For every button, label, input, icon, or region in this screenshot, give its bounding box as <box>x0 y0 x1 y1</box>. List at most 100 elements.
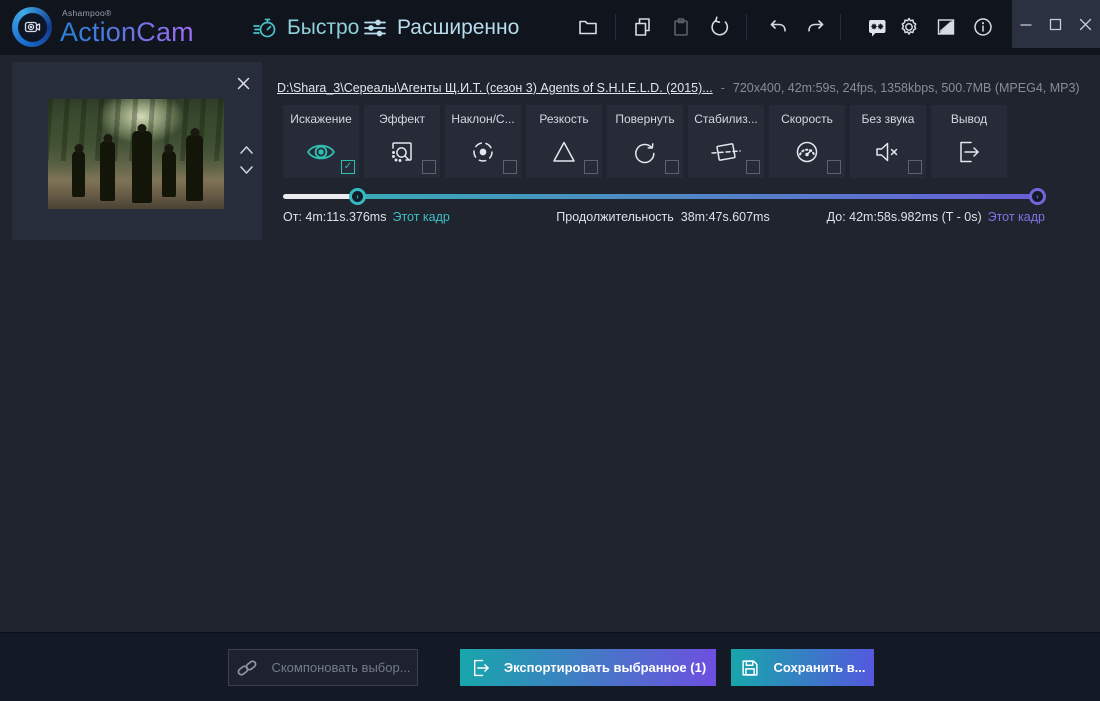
export-label: Экспортировать выбранное (1) <box>503 660 707 675</box>
stabilize-icon <box>710 138 742 166</box>
export-selected-button[interactable]: Экспортировать выбранное (1) <box>460 649 716 686</box>
timeline-track-leading[interactable] <box>283 194 357 199</box>
maximize-icon <box>1050 18 1062 30</box>
tab-advanced-label: Расширенно <box>397 16 520 39</box>
tab-fast-label: Быстро <box>287 16 360 39</box>
tool-distortion[interactable]: Искажение <box>283 105 359 178</box>
toolbar-separator <box>746 14 747 40</box>
tilt-shift-icon <box>469 138 497 166</box>
stopwatch-icon <box>252 15 278 41</box>
tool-output[interactable]: Вывод <box>931 105 1007 178</box>
time-to: До: 42m:58s.982ms (T - 0s) Этот кадр <box>826 210 1045 224</box>
save-label: Сохранить в... <box>773 660 866 675</box>
theme-toggle-button[interactable] <box>929 10 963 44</box>
feedback-bubble-icon <box>869 20 886 37</box>
toolbar-separator <box>615 14 616 40</box>
copy-icon <box>635 18 650 36</box>
settings-button[interactable] <box>892 10 926 44</box>
time-duration: Продолжительность 38m:47s.607ms <box>556 210 770 224</box>
camera-logo-icon <box>17 12 47 42</box>
rotate-icon <box>631 138 659 166</box>
tool-stabilize[interactable]: Стабилиз... <box>688 105 764 178</box>
mute-speaker-icon <box>873 138 903 166</box>
toolbar-separator <box>840 14 841 40</box>
folder-icon <box>579 20 597 35</box>
tool-tilt-shift[interactable]: Наклон/С... <box>445 105 521 178</box>
minimize-button[interactable] <box>1012 0 1041 48</box>
effect-magnifier-icon <box>388 138 416 166</box>
save-floppy-icon <box>742 659 759 676</box>
tool-speed[interactable]: Скорость <box>769 105 845 178</box>
tool-checkbox[interactable] <box>665 160 679 174</box>
close-button[interactable] <box>1071 0 1100 48</box>
time-from: От: 4m:11s.376ms Этот кадр <box>283 210 450 224</box>
chevron-down-icon <box>239 166 253 174</box>
window-controls <box>1012 0 1100 48</box>
tool-checkbox[interactable] <box>746 160 760 174</box>
tool-effect[interactable]: Эффект <box>364 105 440 178</box>
tool-checkbox[interactable] <box>908 160 922 174</box>
clip-up-button[interactable] <box>235 140 257 160</box>
timeline-track-selection[interactable] <box>357 194 1045 199</box>
reset-button[interactable] <box>702 10 736 44</box>
tab-fast-mode[interactable]: Быстро <box>252 11 359 45</box>
copy-button[interactable] <box>626 10 660 44</box>
export-icon <box>473 659 489 676</box>
tool-checkbox[interactable] <box>503 160 517 174</box>
close-icon <box>237 77 249 89</box>
this-frame-link-end[interactable]: Этот кадр <box>988 210 1045 224</box>
compose-selection-button[interactable]: Скомпоновать выбор... <box>228 649 418 686</box>
gear-icon <box>901 17 917 35</box>
reset-icon <box>711 16 729 36</box>
info-button[interactable] <box>966 10 1000 44</box>
tool-checkbox[interactable] <box>341 160 355 174</box>
redo-icon <box>808 20 824 32</box>
chevron-up-icon <box>239 146 253 154</box>
app-logo <box>12 7 52 47</box>
file-info-separator: - <box>720 81 725 95</box>
tool-mute[interactable]: Без звука <box>850 105 926 178</box>
eye-icon <box>305 138 337 166</box>
export-icon <box>955 138 983 166</box>
tool-checkbox[interactable] <box>827 160 841 174</box>
app-title: ActionCam <box>60 17 194 47</box>
sliders-icon <box>362 15 388 41</box>
clip-list-panel <box>12 62 262 240</box>
redo-button[interactable] <box>799 10 833 44</box>
title-bar: Ashampoo® ActionCam Быстро Расширенно <box>0 0 1100 55</box>
duration-value: 38m:47s.607ms <box>680 210 770 224</box>
minimize-icon <box>1020 23 1032 26</box>
remove-clip-button[interactable] <box>232 72 254 94</box>
feedback-button[interactable] <box>860 10 894 44</box>
tab-advanced-mode[interactable]: Расширенно <box>362 11 519 45</box>
paste-button[interactable] <box>664 10 698 44</box>
tool-checkbox[interactable] <box>422 160 436 174</box>
file-details: 720x400, 42m:59s, 24fps, 1358kbps, 500.7… <box>732 81 1080 95</box>
file-path-link[interactable]: D:\Shara_3\Сереалы\Агенты Щ.И.Т. (сезон … <box>277 81 713 95</box>
paste-icon <box>674 18 688 36</box>
actioncam-window: { "colors": { "accent_teal": "#2fbfb2", … <box>0 0 1100 701</box>
this-frame-link-start[interactable]: Этот кадр <box>392 210 449 224</box>
save-as-button[interactable]: Сохранить в... <box>731 649 874 686</box>
tool-rotate[interactable]: Повернуть <box>607 105 683 178</box>
speedometer-icon <box>793 138 821 166</box>
timeline-end-handle[interactable]: ‹ <box>1029 188 1046 205</box>
video-thumbnail[interactable] <box>48 99 224 209</box>
info-icon <box>974 18 992 36</box>
undo-button[interactable] <box>761 10 795 44</box>
contrast-icon <box>937 19 955 35</box>
chain-link-icon <box>238 659 257 676</box>
close-icon <box>1079 18 1091 30</box>
compose-label: Скомпоновать выбор... <box>271 660 411 675</box>
file-info-row: D:\Shara_3\Сереалы\Агенты Щ.И.Т. (сезон … <box>277 81 1087 95</box>
clip-down-button[interactable] <box>235 160 257 180</box>
undo-icon <box>770 20 786 32</box>
time-to-value: 42m:58s.982ms (T - 0s) <box>849 210 982 224</box>
time-from-value: 4m:11s.376ms <box>305 210 387 224</box>
open-folder-button[interactable] <box>571 10 605 44</box>
tool-checkbox[interactable] <box>584 160 598 174</box>
tool-sharpness[interactable]: Резкость <box>526 105 602 178</box>
triangle-icon <box>550 138 578 166</box>
timeline-start-handle[interactable]: › <box>349 188 366 205</box>
maximize-button[interactable] <box>1041 0 1070 48</box>
